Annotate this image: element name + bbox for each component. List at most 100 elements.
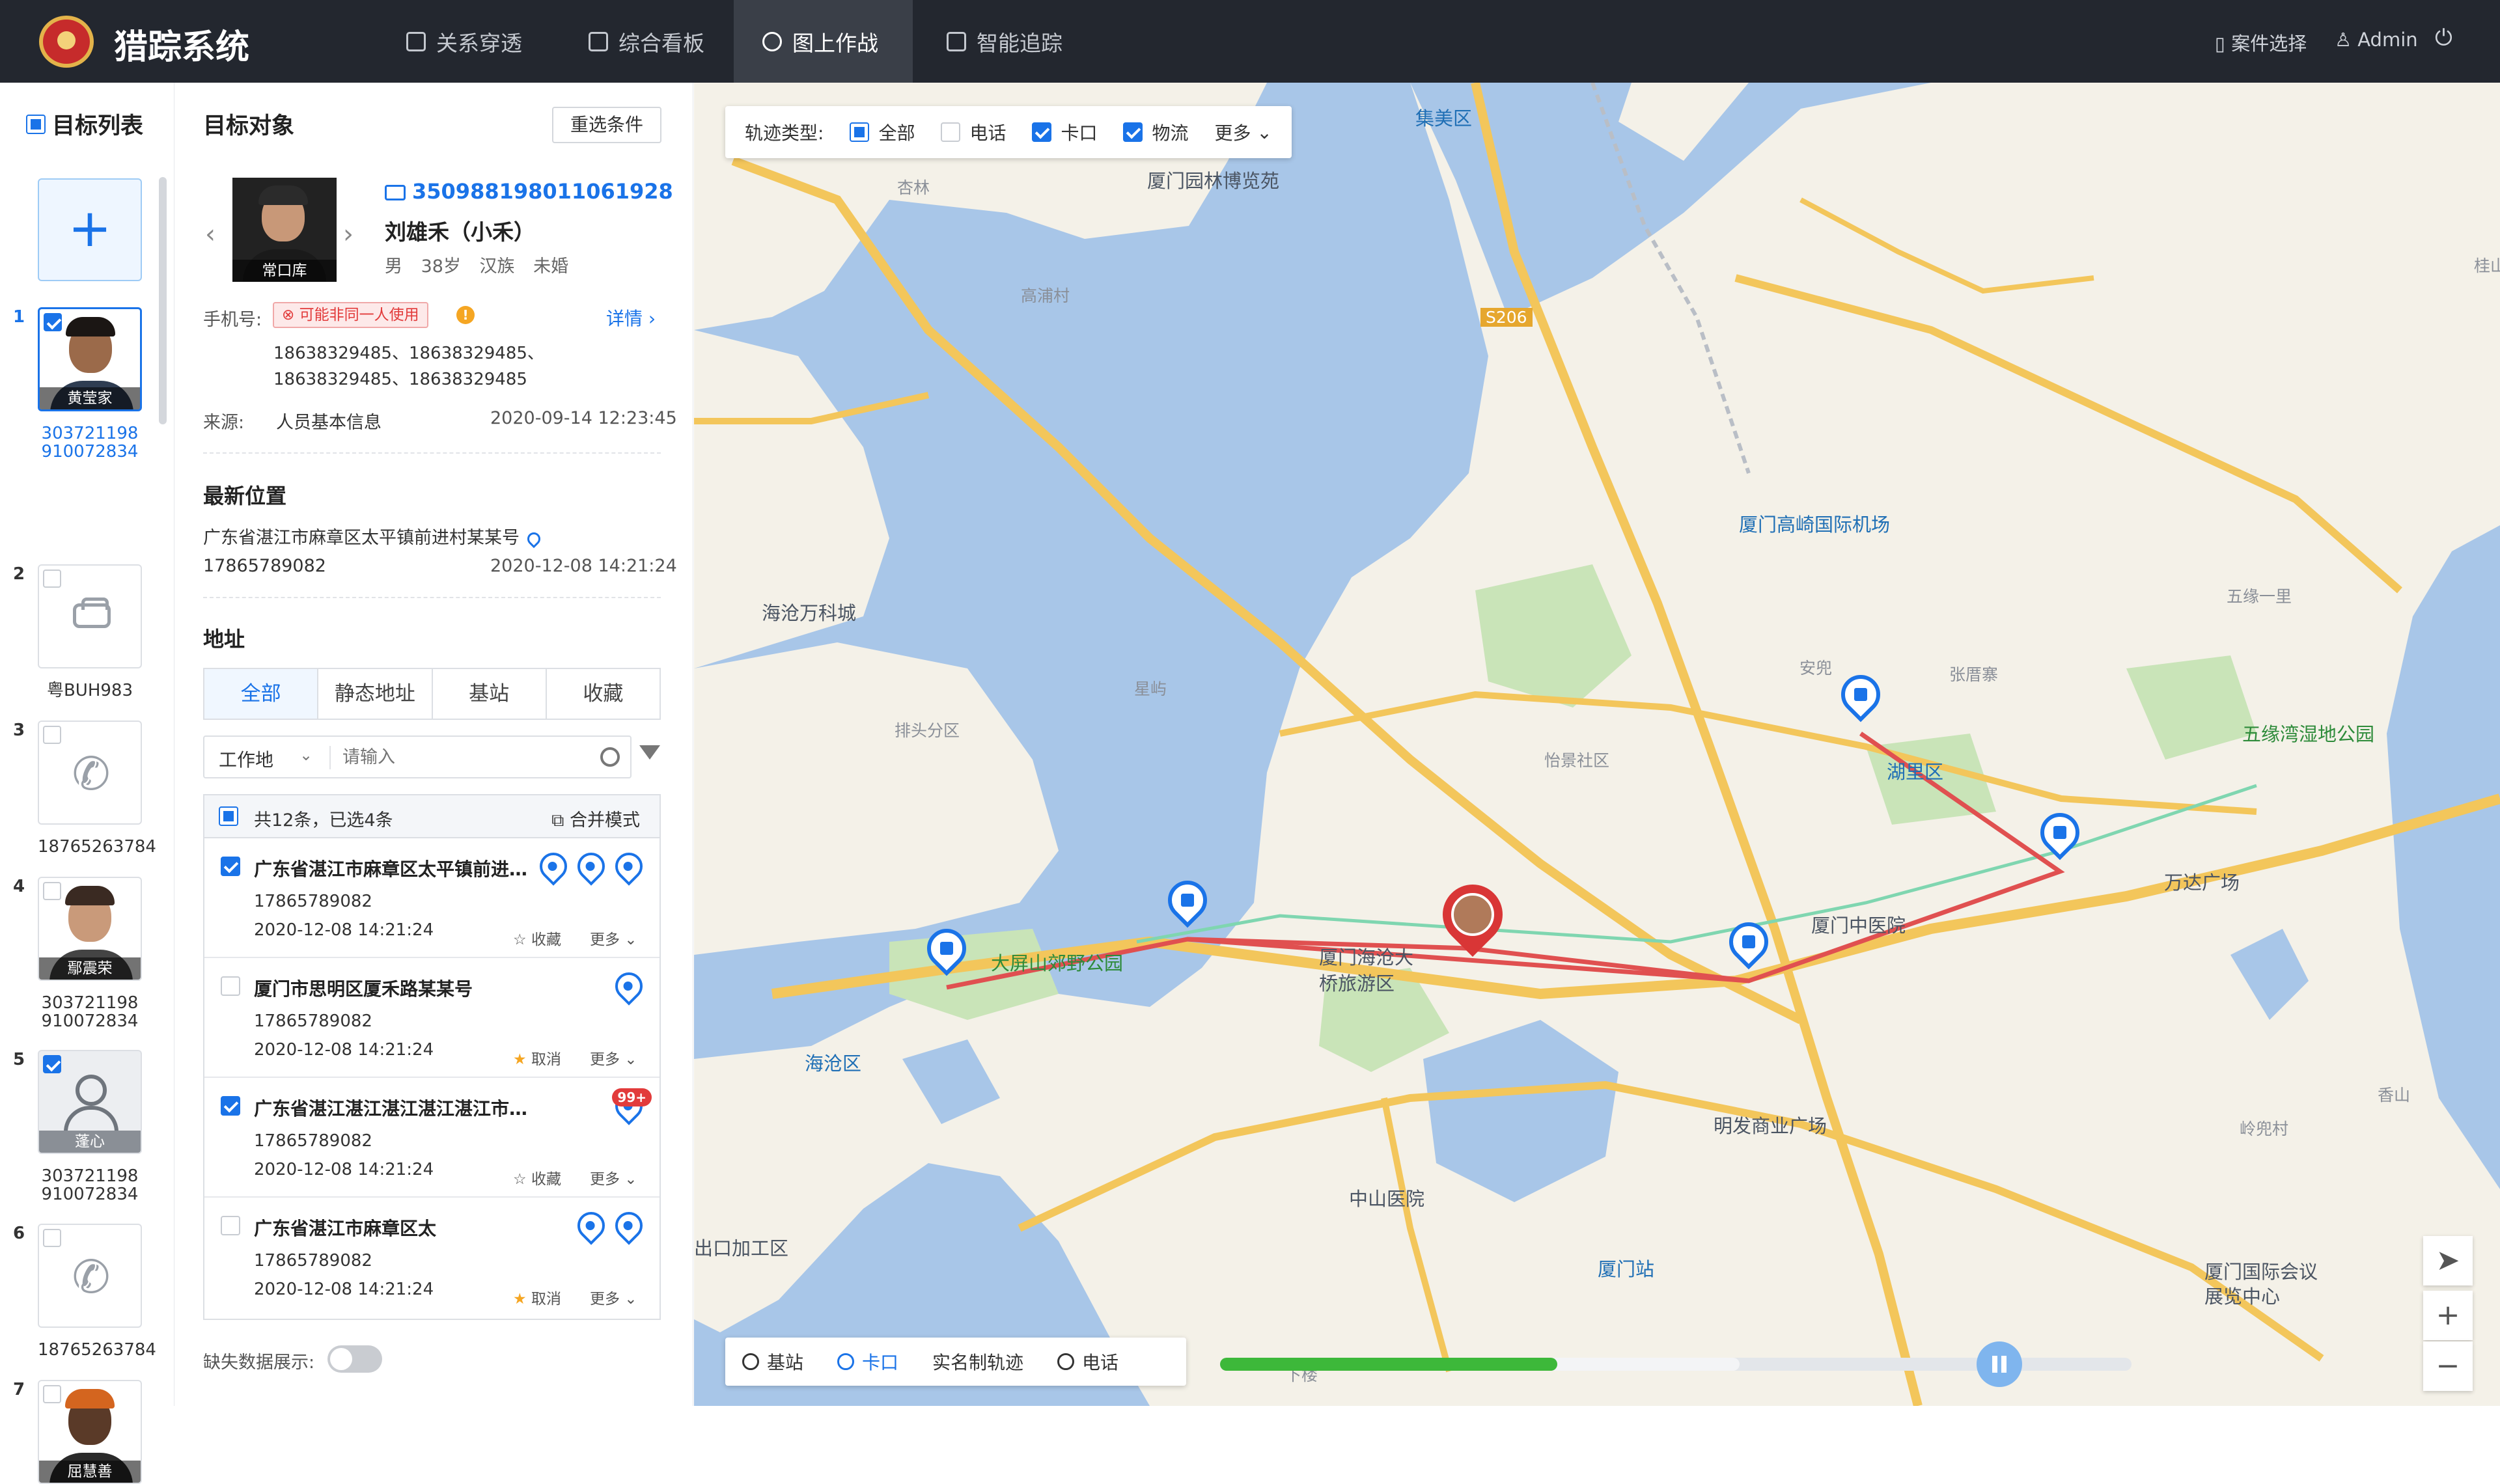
- trajectory-lines: [946, 732, 2065, 990]
- map-label: 海沧区: [805, 1052, 862, 1075]
- map-label: 星屿: [1134, 680, 1167, 698]
- map-battle-icon: [762, 31, 782, 51]
- chevron-down-icon[interactable]: ⌄: [299, 746, 312, 764]
- info-icon[interactable]: !: [456, 306, 475, 324]
- address-item[interactable]: 厦门市思明区厦禾路某某号 17865789082 2020-12-08 14:2…: [204, 958, 660, 1078]
- more-button[interactable]: 更多 ⌄: [590, 1047, 637, 1069]
- navigation-arrow-icon[interactable]: ➤: [2423, 1236, 2473, 1285]
- target-photo: 常口库: [232, 178, 337, 282]
- tab-phone[interactable]: 电话: [1040, 1349, 1135, 1375]
- logistics-pin-icon[interactable]: [572, 1206, 611, 1245]
- prev-photo-icon[interactable]: ‹: [205, 219, 215, 249]
- more-button[interactable]: 更多 ⌄: [590, 1166, 637, 1189]
- address-list: 共12条，已选4条 ⧉ 合并模式 广东省湛江市麻章区太平镇前进村某某号 1786…: [203, 794, 661, 1320]
- source-time: 2020-09-14 12:23:45: [490, 408, 677, 428]
- nav-relation[interactable]: 关系穿透: [391, 0, 538, 83]
- add-target-button[interactable]: +: [38, 178, 142, 281]
- location-pin-icon[interactable]: [524, 529, 544, 548]
- address-tabs: 全部 静态地址 基站 收藏: [203, 668, 661, 720]
- merge-mode-button[interactable]: ⧉ 合并模式: [551, 806, 640, 831]
- checkpoint-icon[interactable]: [572, 847, 611, 886]
- target-location-marker[interactable]: [1430, 872, 1516, 963]
- select-all-targets-checkbox[interactable]: [26, 114, 46, 134]
- search-icon[interactable]: [600, 747, 620, 767]
- progress-fill: [1220, 1358, 1557, 1371]
- police-badge-icon: [39, 16, 94, 68]
- nav-tracking[interactable]: 智能追踪: [931, 0, 1078, 83]
- tracking-icon: [947, 31, 966, 51]
- target-checkbox[interactable]: [43, 726, 61, 744]
- target-checkbox[interactable]: [43, 570, 61, 588]
- unfavorite-button[interactable]: ★ 取消: [513, 1286, 561, 1308]
- filter-all[interactable]: 全部: [850, 119, 915, 145]
- select-all-address-checkbox[interactable]: [219, 806, 238, 826]
- case-select-button[interactable]: ▯ 案件选择: [2215, 29, 2307, 56]
- phone-pin-icon[interactable]: [609, 847, 648, 886]
- more-button[interactable]: 更多 ⌄: [590, 927, 637, 949]
- address-checkbox[interactable]: [221, 1096, 240, 1116]
- pause-button[interactable]: [1977, 1341, 2022, 1387]
- logistics-pin-icon[interactable]: [609, 1206, 648, 1245]
- map-canvas[interactable]: 集美区 厦门园林博览苑 杏林 高浦村 S206 厦门高崎国际机场 海沧万科城 五…: [694, 83, 2500, 1406]
- unfavorite-button[interactable]: ★ 取消: [513, 1047, 561, 1069]
- tab-static-address[interactable]: 静态地址: [318, 669, 433, 719]
- checkpoint-marker[interactable]: [1721, 914, 1777, 980]
- filter-icon[interactable]: [639, 745, 660, 760]
- filter-checkpoint[interactable]: 卡口: [1032, 119, 1097, 145]
- filter-phone[interactable]: 电话: [941, 119, 1006, 145]
- map-label: 香山: [2378, 1086, 2411, 1105]
- checkpoint-marker[interactable]: [919, 920, 975, 986]
- address-checkbox[interactable]: [221, 976, 240, 996]
- tab-base-station[interactable]: 基站: [725, 1349, 820, 1375]
- target-checkbox[interactable]: [43, 1385, 61, 1403]
- tab-checkpoint[interactable]: 卡口: [820, 1349, 915, 1375]
- search-input[interactable]: [342, 743, 590, 771]
- tab-all[interactable]: 全部: [204, 669, 319, 719]
- target-checkbox[interactable]: [44, 313, 62, 331]
- address-checkbox[interactable]: [221, 1216, 240, 1235]
- target-list-scrollbar[interactable]: [159, 177, 167, 424]
- latest-phone: 17865789082: [203, 556, 326, 576]
- address-item[interactable]: 广东省湛江市麻章区太平镇前进村某某号 17865789082 2020-12-0…: [204, 838, 660, 958]
- checkpoint-marker[interactable]: [1160, 872, 1215, 938]
- address-item[interactable]: 广东省湛江市麻章区太 17865789082 2020-12-08 14:21:…: [204, 1198, 660, 1317]
- id-number[interactable]: 350988198011061928: [385, 179, 673, 204]
- tab-base-station[interactable]: 基站: [433, 669, 547, 719]
- target-checkbox[interactable]: [43, 1055, 61, 1073]
- checkpoint-marker[interactable]: [1833, 666, 1889, 732]
- latest-location-title: 最新位置: [203, 484, 287, 508]
- target-checkbox[interactable]: [43, 882, 61, 900]
- nav-map-battle[interactable]: 图上作战: [734, 0, 913, 83]
- type-select[interactable]: 工作地: [219, 746, 273, 772]
- user-menu[interactable]: ♙ Admin: [2335, 29, 2418, 51]
- favorite-button[interactable]: ☆ 收藏: [513, 1166, 561, 1189]
- filter-logistics[interactable]: 物流: [1123, 119, 1189, 145]
- reset-conditions-button[interactable]: 重选条件: [552, 107, 661, 143]
- power-icon[interactable]: ⏻: [2435, 25, 2452, 51]
- tab-favorites[interactable]: 收藏: [547, 669, 660, 719]
- checkpoint-icon[interactable]: [534, 847, 573, 886]
- address-checkbox[interactable]: [221, 857, 240, 876]
- missing-data-toggle[interactable]: [327, 1345, 382, 1373]
- divider: [203, 452, 661, 454]
- filter-more[interactable]: 更多 ⌄: [1215, 119, 1272, 145]
- tab-real-name-track[interactable]: 实名制轨迹: [915, 1349, 1040, 1375]
- detail-link[interactable]: 详情 ›: [606, 305, 656, 331]
- target-name: 刘雄禾（小禾）: [385, 219, 535, 245]
- map-label: 大屏山郊野公园: [991, 952, 1124, 974]
- nav-dashboard[interactable]: 综合看板: [573, 0, 720, 83]
- next-photo-icon[interactable]: ›: [343, 219, 354, 249]
- zoom-in-button[interactable]: +: [2423, 1291, 2473, 1340]
- missing-data-label: 缺失数据展示:: [203, 1353, 315, 1373]
- phone-numbers: 18638329485、18638329485、18638329485、1863…: [273, 344, 544, 389]
- target-checkbox[interactable]: [43, 1229, 61, 1247]
- favorite-button[interactable]: ☆ 收藏: [513, 927, 561, 949]
- address-item[interactable]: 广东省湛江湛江湛江湛江湛江市麻章区太平镇 17865789082 2020-12…: [204, 1078, 660, 1198]
- checkpoint-marker[interactable]: [2032, 804, 2088, 870]
- map-label: 厦门中医院: [1811, 914, 1906, 937]
- zoom-out-button[interactable]: −: [2423, 1341, 2473, 1391]
- phone-icon: ✆: [72, 747, 111, 801]
- more-button[interactable]: 更多 ⌄: [590, 1286, 637, 1308]
- logistics-pin-icon[interactable]: [609, 967, 648, 1006]
- target-detail-panel: 目标对象 重选条件 ‹ 常口库 › 350988198011061928 刘雄禾…: [175, 83, 693, 1406]
